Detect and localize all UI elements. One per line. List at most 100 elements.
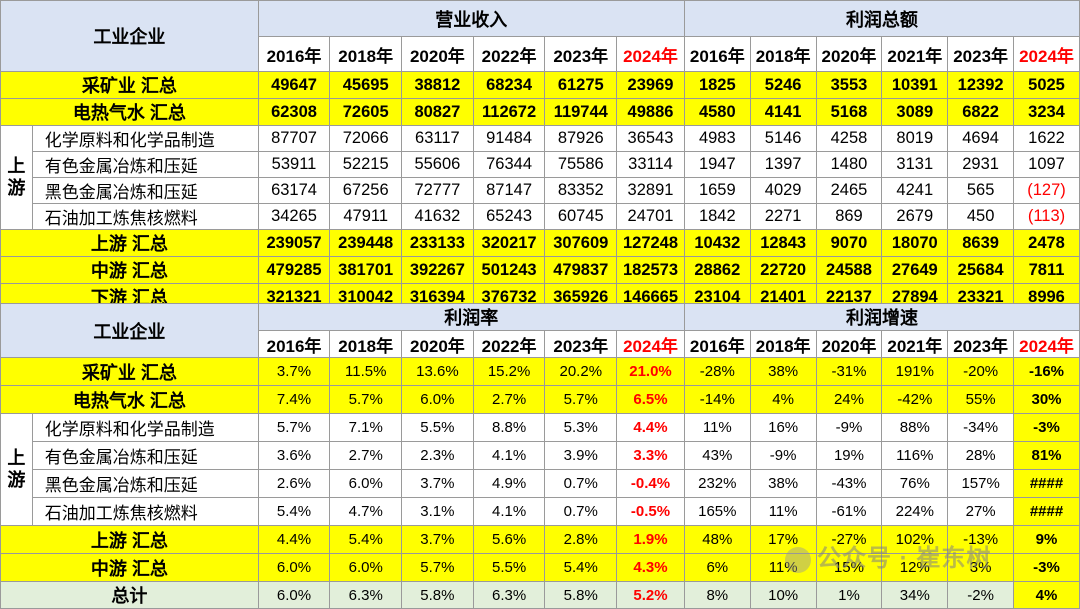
profit-cell: 3234 [1013,98,1080,126]
growth-cell: 3% [947,553,1015,582]
row-label: 采矿业 汇总 [0,71,259,99]
profit-cell: 4141 [749,98,817,126]
revenue-cell: 67256 [329,177,403,204]
row-label: 电热气水 汇总 [0,385,259,414]
profit-cell: 3131 [881,151,949,178]
margin-cell: 2.8% [544,525,618,554]
year-header: 2016年 [683,36,751,72]
year-header: 2016年 [257,330,331,358]
profit-cell: 1825 [683,71,751,99]
table-row: 中游 汇总 479285 381701 392267 501243 479837 18257… [0,256,1080,284]
row-label: 石油加工炼焦核燃料 [31,203,259,230]
row-label: 黑色金属冶炼和压延 [31,177,259,204]
margin-cell: 21.0% [616,357,685,386]
growth-cell: 10% [749,581,817,609]
margin-cell: 13.6% [401,357,474,386]
year-header: 2021年 [881,36,949,72]
revenue-cell: 62308 [257,98,331,126]
growth-cell: 11% [749,553,817,582]
row-label: 中游 汇总 [0,256,259,284]
growth-cell: 116% [881,441,949,470]
margin-cell: -0.5% [616,497,685,526]
growth-cell: 11% [749,497,817,526]
growth-cell: -31% [815,357,883,386]
revenue-cell: 239057 [257,229,331,257]
revenue-cell: 63117 [401,125,474,152]
year-header: 2023年 [947,330,1015,358]
revenue-cell: 61275 [544,71,618,99]
margin-cell: 1.9% [616,525,685,554]
margin-cell: 5.2% [616,581,685,609]
profit-cell: 4580 [683,98,751,126]
year-header: 2018年 [749,36,817,72]
year-header: 2018年 [329,36,403,72]
margin-cell: 6.3% [329,581,403,609]
profit-cell: 24588 [815,256,883,284]
profit-cell: 2679 [881,203,949,230]
growth-cell: -16% [1013,357,1080,386]
profit-cell: 27649 [881,256,949,284]
year-header: 2022年 [472,36,546,72]
margin-cell: 6.0% [401,385,474,414]
growth-cell: 38% [749,469,817,498]
growth-cell: 88% [881,413,949,442]
profit-cell: 5025 [1013,71,1080,99]
growth-cell: 17% [749,525,817,554]
margin-cell: 3.1% [401,497,474,526]
growth-cell: 157% [947,469,1015,498]
year-header: 2023年 [947,36,1015,72]
revenue-cell: 233133 [401,229,474,257]
margin-cell: 20.2% [544,357,618,386]
year-header: 2016年 [683,330,751,358]
revenue-cell: 75586 [544,151,618,178]
margin-cell: 5.5% [472,553,546,582]
revenue-cell: 49886 [616,98,685,126]
margin-growth-table: 工业企业 利润率 利润增速 2016年 2018年 2020年 2022年 20… [0,303,1080,609]
margin-cell: 0.7% [544,469,618,498]
revenue-cell: 33114 [616,151,685,178]
margin-cell: 5.8% [544,581,618,609]
growth-cell: 8% [683,581,751,609]
margin-cell: 3.7% [257,357,331,386]
margin-cell: 3.3% [616,441,685,470]
revenue-cell: 24701 [616,203,685,230]
table-row: 上游 化学原料和化学品制造 87707 72066 63117 91484 87926 365… [0,125,1080,230]
growth-cell: -14% [683,385,751,414]
revenue-cell: 76344 [472,151,546,178]
growth-group-header: 利润增速 [683,303,1080,331]
profit-cell: 565 [947,177,1015,204]
margin-cell: 2.7% [329,441,403,470]
table-row: 采矿业 汇总 3.7% 11.5% 13.6% 15.2% 20.2% 21.0% -28% 3… [0,357,1080,386]
profit-cell: 1842 [683,203,751,230]
revenue-cell: 38812 [401,71,474,99]
revenue-cell: 47911 [329,203,403,230]
margin-cell: 6.5% [616,385,685,414]
revenue-cell: 87147 [472,177,546,204]
revenue-cell: 83352 [544,177,618,204]
margin-cell: 5.5% [401,413,474,442]
profit-cell: 28862 [683,256,751,284]
revenue-cell: 127248 [616,229,685,257]
margin-cell: 4.1% [472,497,546,526]
year-header: 2024年 [616,330,685,358]
profit-cell: 1097 [1013,151,1080,178]
revenue-cell: 72777 [401,177,474,204]
revenue-cell: 182573 [616,256,685,284]
profit-cell: 4694 [947,125,1015,152]
table-row: 中游 汇总 6.0% 6.0% 5.7% 5.5% 5.4% 4.3% 6% 11% 15% 12%… [0,553,1080,582]
revenue-cell: 320217 [472,229,546,257]
growth-cell: -43% [815,469,883,498]
margin-cell: 3.7% [401,469,474,498]
row-label: 黑色金属冶炼和压延 [31,469,259,498]
table-row: 上游 汇总 4.4% 5.4% 3.7% 5.6% 2.8% 1.9% 48% 17% -27% 1… [0,525,1080,554]
growth-cell: 232% [683,469,751,498]
year-header: 2023年 [544,330,618,358]
table-row: 有色金属冶炼和压延 3.6% 2.7% 2.3% 4.1% 3.9% 3.3% 43% -9% 1… [1,441,1080,470]
revenue-cell: 307609 [544,229,618,257]
revenue-cell: 479837 [544,256,618,284]
upstream-group-label: 上游 [0,413,33,526]
profit-cell: 4258 [815,125,883,152]
year-header: 2020年 [401,36,474,72]
growth-cell: -27% [815,525,883,554]
growth-cell: 38% [749,357,817,386]
